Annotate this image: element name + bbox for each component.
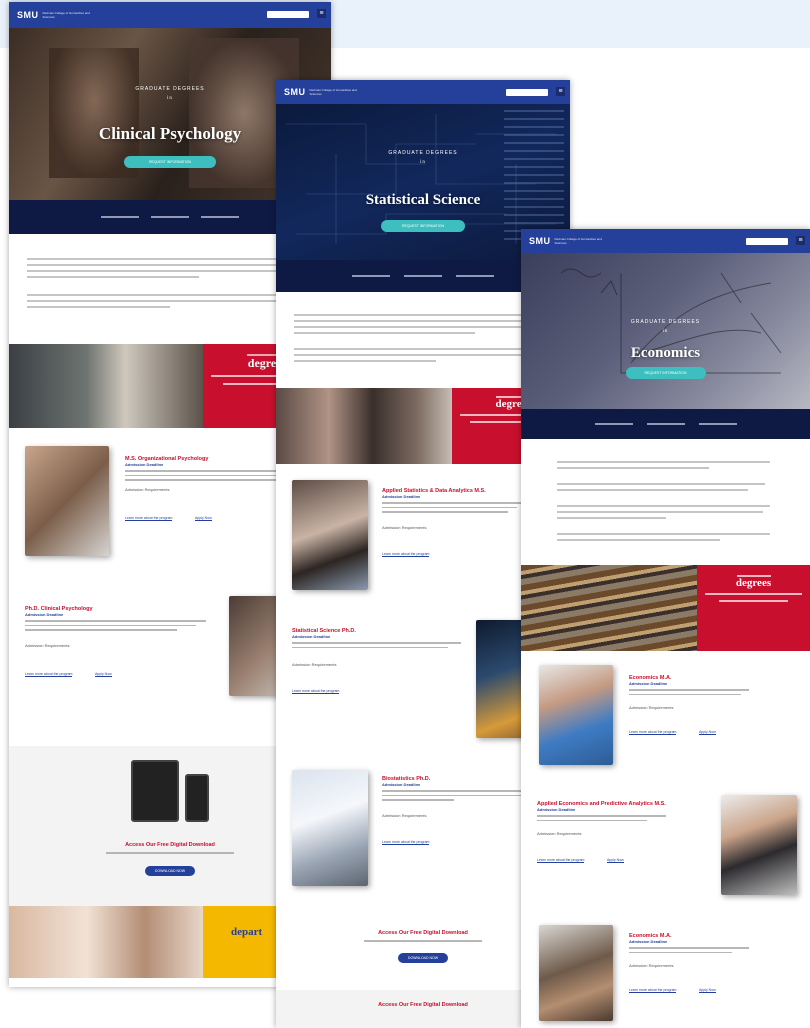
program-deadline-label: Admission Deadline (25, 612, 64, 617)
admission-requirements[interactable]: Admission Requirements (25, 643, 215, 648)
program-card: Economics M.A. Admission Deadline Admiss… (521, 925, 810, 1025)
program-photo (721, 795, 797, 895)
apply-now-link[interactable]: Apply Now (94, 672, 112, 677)
promo-red-panel: degrees (697, 565, 810, 651)
learn-more-link[interactable]: Learn more about the program (537, 858, 585, 863)
apply-now-link[interactable]: Apply Now (606, 858, 624, 863)
learn-more-link[interactable]: Learn more about the program (125, 516, 173, 521)
request-info-button[interactable]: REQUEST INFORMATION (381, 220, 465, 232)
logo-tagline: Dedman College of Humanities and Science… (309, 88, 357, 96)
learn-more-link[interactable]: Learn more about the program (292, 689, 340, 694)
top-navigation-bar: SMU Dedman College of Humanities and Sci… (521, 229, 810, 253)
learn-more-link[interactable]: Learn more about the program (629, 988, 677, 993)
logo-tagline: Dedman College of Humanities and Science… (554, 237, 602, 245)
smu-logo[interactable]: SMU (17, 10, 39, 20)
admission-requirements[interactable]: Admission Requirements (292, 662, 476, 667)
hero-in: in (420, 160, 426, 165)
program-photo (292, 480, 368, 590)
admission-requirements[interactable]: Admission Requirements (537, 831, 721, 836)
search-input[interactable] (746, 238, 788, 245)
code-columns (504, 110, 564, 240)
logo-tagline: Dedman College of Humanities and Science… (42, 11, 90, 19)
top-navigation-bar: SMU Dedman College of Humanities and Sci… (9, 2, 331, 28)
menu-icon[interactable]: ≡ (556, 87, 565, 96)
request-info-button[interactable]: REQUEST INFORMATION (124, 156, 216, 168)
program-photo (539, 925, 613, 1021)
hero-kicker: GRADUATE DEGREES (630, 319, 701, 325)
subnav-link[interactable] (698, 423, 737, 425)
smu-logo[interactable]: SMU (529, 236, 551, 246)
tablet-mockup (130, 760, 179, 822)
students-photo (9, 906, 203, 978)
apply-now-link[interactable]: Apply Now (194, 516, 212, 521)
admission-requirements[interactable]: Admission Requirements (629, 705, 801, 710)
menu-icon[interactable]: ≡ (317, 9, 326, 18)
whiteboard-equations (560, 268, 782, 374)
program-deadline-label: Admission Deadline (629, 939, 668, 944)
admission-requirements[interactable]: Admission Requirements (629, 963, 801, 968)
program-photo (292, 770, 368, 886)
subnav-link[interactable] (456, 275, 494, 277)
library-photo (9, 344, 203, 428)
hero-in: in (662, 329, 669, 334)
learn-more-link[interactable]: Learn more about the program (25, 672, 73, 677)
apply-now-link[interactable]: Apply Now (698, 730, 716, 735)
program-card: Economics M.A. Admission Deadline Admiss… (521, 665, 810, 795)
subnav-link[interactable] (352, 275, 390, 277)
smu-logo[interactable]: SMU (284, 87, 306, 97)
hero-subnav (521, 409, 810, 439)
classroom-photo (276, 388, 452, 464)
program-photo (539, 665, 613, 765)
top-navigation-bar: SMU Dedman College of Humanities and Sci… (276, 80, 570, 104)
subnav-link[interactable] (594, 423, 633, 425)
menu-icon[interactable]: ≡ (796, 236, 805, 245)
request-info-button[interactable]: REQUEST INFORMATION (625, 367, 706, 379)
program-card: Applied Economics and Predictive Analyti… (521, 795, 810, 925)
subnav-link[interactable] (201, 216, 239, 218)
promo-line (705, 593, 802, 595)
hero-title: Economics (630, 345, 701, 361)
intro-text (521, 439, 810, 541)
learn-more-link[interactable]: Learn more about the program (382, 840, 430, 845)
search-input[interactable] (267, 11, 309, 18)
learn-more-link[interactable]: Learn more about the program (382, 552, 430, 557)
program-deadline-label: Admission Deadline (629, 681, 668, 686)
search-input[interactable] (506, 89, 548, 96)
yellow-word: depart (231, 926, 263, 938)
program-deadline-label: Admission Deadline (537, 807, 576, 812)
promo-word: degrees (735, 577, 772, 589)
hero-title: Statistical Science (365, 192, 481, 208)
subnav-link[interactable] (646, 423, 685, 425)
subnav-link[interactable] (101, 216, 139, 218)
degrees-promo: degrees (521, 565, 810, 651)
subnav-link[interactable] (404, 275, 442, 277)
hero-kicker: GRADUATE DEGREES (388, 150, 458, 156)
learn-more-link[interactable]: Learn more about the program (629, 730, 677, 735)
promo-link[interactable] (719, 600, 788, 602)
download-button[interactable]: DOWNLOAD NOW (397, 952, 449, 963)
hero-section: GRADUATE DEGREES in Economics REQUEST IN… (521, 253, 810, 439)
download-button[interactable]: DOWNLOAD NOW (144, 865, 196, 876)
program-photo (25, 446, 109, 556)
apply-now-link[interactable]: Apply Now (698, 988, 716, 993)
subnav-link[interactable] (151, 216, 189, 218)
page-economics: SMU Dedman College of Humanities and Sci… (521, 229, 810, 1028)
books-photo (521, 565, 697, 651)
phone-mockup (185, 774, 210, 822)
program-deadline-label: Admission Deadline (292, 634, 331, 639)
